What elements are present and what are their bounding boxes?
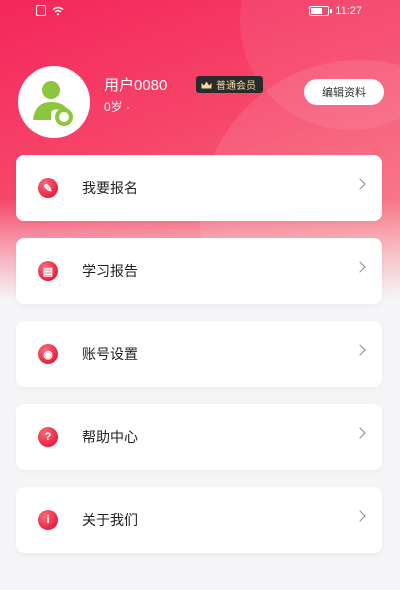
report-icon: ▤ [38,261,58,281]
chevron-right-icon [354,261,366,273]
status-time: 11:27 [335,5,362,17]
menu-item-label: 学习报告 [82,264,138,280]
user-avatar-icon [18,66,90,138]
status-bar: 11:27 [0,0,400,24]
menu-item-study-report[interactable]: ▤ 学习报告 [16,238,382,304]
pen-icon: ✎ [38,178,58,198]
battery-icon [309,6,333,16]
menu-item-label: 账号设置 [82,347,138,363]
chevron-right-icon [354,427,366,439]
chevron-right-icon [354,178,366,190]
info-icon: i [38,510,58,530]
username: 用户0080 [104,77,168,94]
menu-item-help-center[interactable]: ? 帮助中心 [16,404,382,470]
eye-icon: ◉ [38,344,58,364]
status-left [36,5,64,16]
user-age: 0岁 · [104,100,131,114]
question-icon: ? [38,427,58,447]
menu-item-register[interactable]: ✎ 我要报名 [16,155,382,221]
edit-profile-button[interactable]: 编辑资料 [304,79,384,105]
menu-item-account-settings[interactable]: ◉ 账号设置 [16,321,382,387]
menu-item-label: 关于我们 [82,513,138,529]
chevron-right-icon [354,510,366,522]
membership-badge-label: 普通会员 [216,81,256,92]
menu-item-about-us[interactable]: i 关于我们 [16,487,382,553]
chevron-right-icon [354,344,366,356]
menu-item-label: 我要报名 [82,181,138,197]
menu-item-label: 帮助中心 [82,430,138,446]
avatar[interactable] [18,66,90,138]
wifi-icon [52,6,64,15]
crown-icon [201,81,212,88]
sim-card-icon [36,5,46,16]
status-right: 11:27 [309,5,362,17]
membership-badge: 普通会员 [196,76,263,93]
